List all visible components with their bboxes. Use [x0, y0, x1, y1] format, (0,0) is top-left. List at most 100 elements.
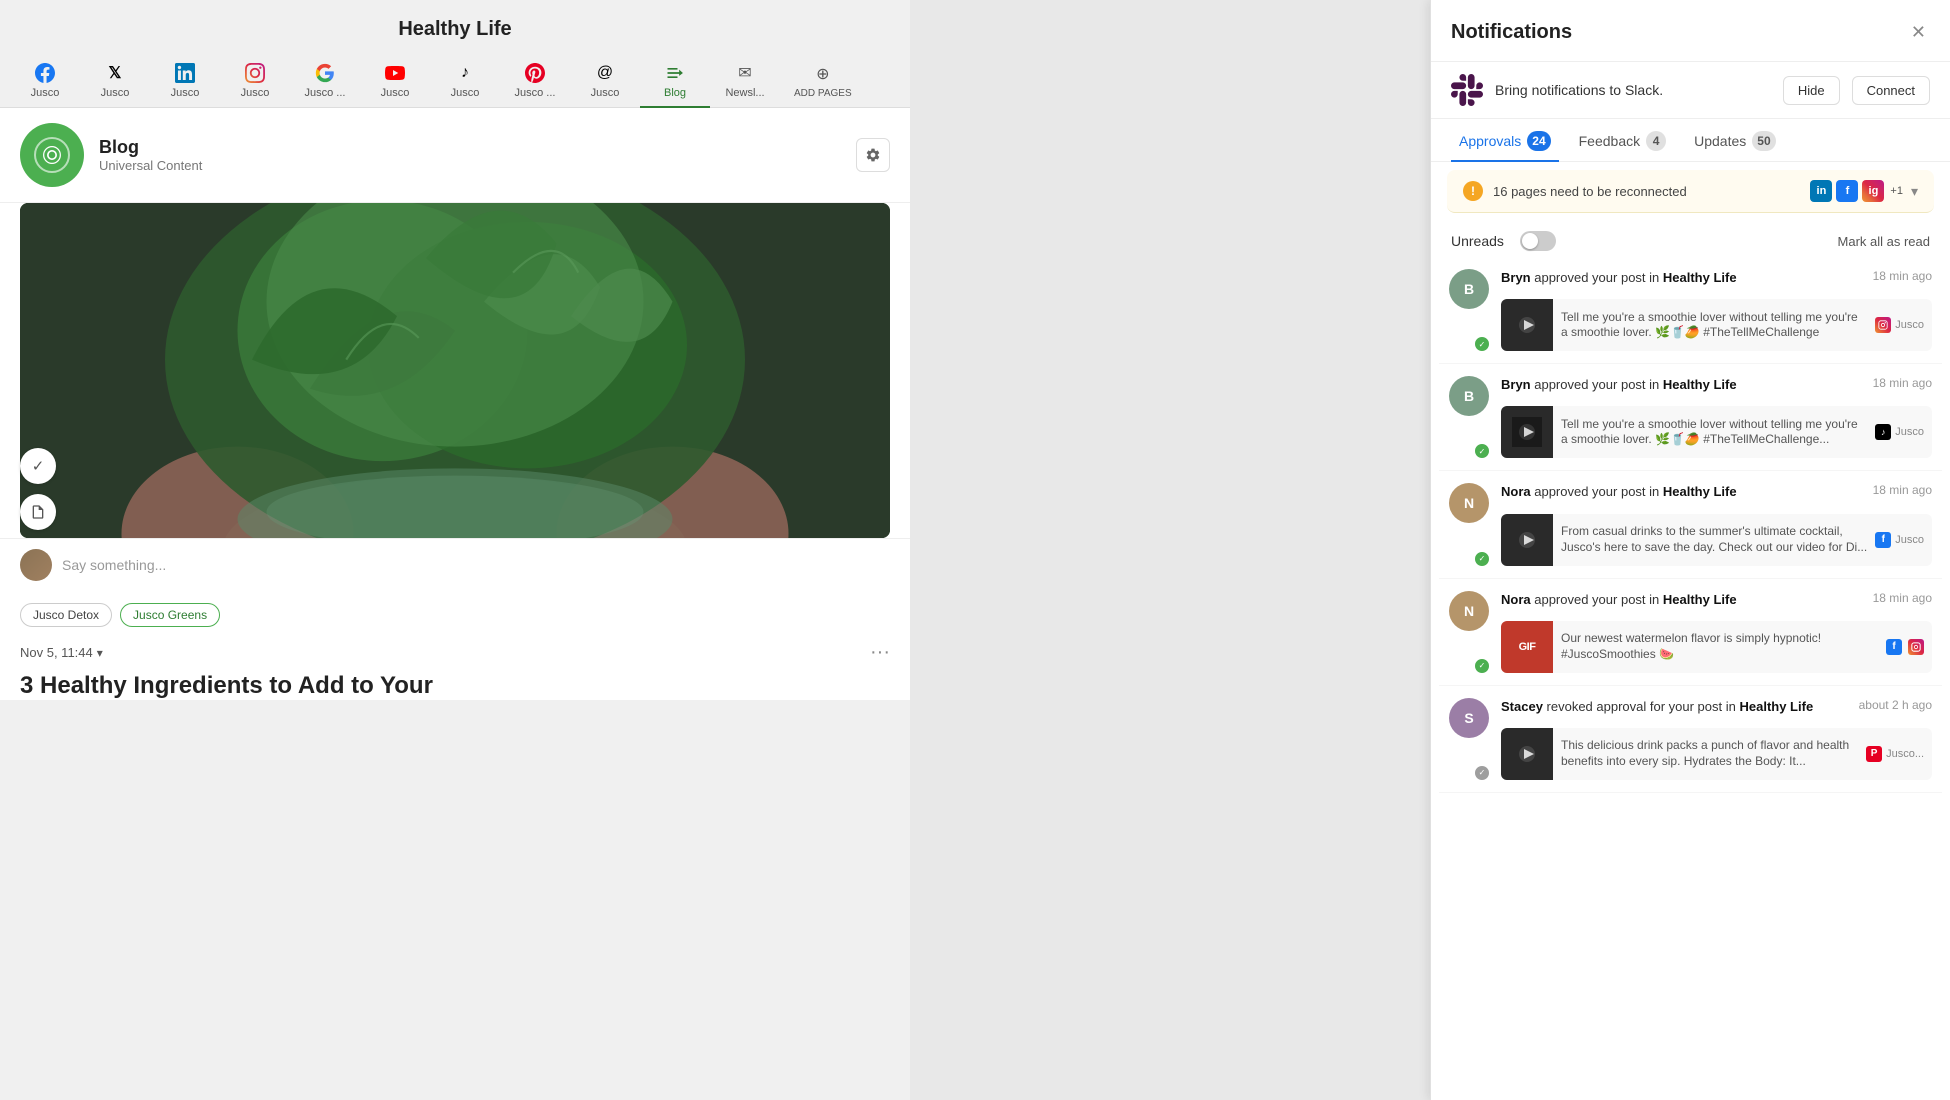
notification-item-4[interactable]: N ✓ Nora approved your post in Healthy L… — [1439, 579, 1942, 686]
preview-text-3: From casual drinks to the summer's ultim… — [1561, 520, 1867, 559]
tag-greens[interactable]: Jusco Greens — [120, 603, 220, 627]
tab-tiktok[interactable]: ♪ Jusco — [430, 51, 500, 107]
notifications-title: Notifications — [1451, 21, 1572, 44]
tab-add-pages-label: ADD PAGES — [794, 88, 852, 99]
approved-badge-3: ✓ — [1473, 550, 1491, 568]
notif-text-2: Bryn approved your post in Healthy Life — [1501, 376, 1737, 394]
facebook-badge: f — [1836, 180, 1858, 202]
notification-item-2[interactable]: B ✓ Bryn approved your post in Healthy L… — [1439, 364, 1942, 471]
close-notifications-button[interactable]: ✕ — [1907, 18, 1930, 47]
tab-feedback[interactable]: Feedback 4 — [1571, 119, 1674, 161]
tab-pinterest[interactable]: Jusco ... — [500, 51, 570, 107]
notif-text-4: Nora approved your post in Healthy Life — [1501, 591, 1737, 609]
notification-item-5[interactable]: S ✓ Stacey revoked approval for your pos… — [1439, 686, 1942, 793]
tab-newsletter[interactable]: ✉ Newsl... — [710, 51, 780, 107]
post-meta: Nov 5, 11:44 ▾ ··· — [0, 633, 910, 672]
preview-text-2: Tell me you're a smoothie lover without … — [1561, 413, 1867, 452]
nora-avatar-1: N — [1449, 483, 1489, 523]
notif-time-2: 18 min ago — [1873, 376, 1932, 390]
tab-facebook-label: Jusco — [31, 87, 60, 99]
tab-instagram-label: Jusco — [241, 87, 270, 99]
tab-twitter-label: Jusco — [101, 87, 130, 99]
source-icon-4b — [1908, 639, 1924, 655]
tab-facebook[interactable]: Jusco — [10, 51, 80, 107]
preview-thumb-2 — [1501, 406, 1553, 458]
blog-header: Blog Universal Content — [0, 108, 910, 203]
tab-pinterest-label: Jusco ... — [515, 87, 556, 99]
approvals-badge: 24 — [1527, 131, 1550, 151]
tab-blog-label: Blog — [664, 87, 686, 99]
approved-badge-1: ✓ — [1473, 335, 1491, 353]
reconnect-banner[interactable]: ! 16 pages need to be reconnected in f i… — [1447, 170, 1934, 213]
blog-logo-inner — [34, 137, 70, 173]
tab-approvals[interactable]: Approvals 24 — [1451, 119, 1559, 161]
notifications-list: B ✓ Bryn approved your post in Healthy L… — [1431, 257, 1950, 1100]
stacey-avatar: S — [1449, 698, 1489, 738]
blog-name: Blog — [99, 137, 856, 158]
notif-avatar-wrap-2: B ✓ — [1449, 376, 1489, 458]
tab-twitter[interactable]: 𝕏 Jusco — [80, 51, 150, 107]
post-image — [20, 203, 890, 538]
preview-text-5: This delicious drink packs a punch of fl… — [1561, 734, 1858, 773]
tab-updates[interactable]: Updates 50 — [1686, 119, 1784, 161]
reconnect-text: 16 pages need to be reconnected — [1493, 184, 1687, 199]
preview-source-5: P Jusco... — [1866, 746, 1932, 762]
mark-all-read-button[interactable]: Mark all as read — [1838, 234, 1930, 249]
source-text-2: Jusco — [1895, 426, 1924, 438]
tab-youtube[interactable]: Jusco — [360, 51, 430, 107]
document-icon[interactable] — [20, 494, 56, 530]
notif-time-3: 18 min ago — [1873, 483, 1932, 497]
twitter-icon: 𝕏 — [103, 61, 127, 85]
preview-source-2: ♪ Jusco — [1875, 424, 1932, 440]
tab-threads[interactable]: @ Jusco — [570, 51, 640, 107]
reconnect-left: ! 16 pages need to be reconnected — [1463, 181, 1687, 201]
user-avatar — [20, 549, 52, 581]
preview-thumb-3 — [1501, 514, 1553, 566]
main-content-area: Healthy Life Jusco 𝕏 Jusco Jusco Jusco — [0, 0, 910, 1100]
unreads-toggle[interactable] — [1520, 231, 1556, 251]
tab-google-label: Jusco ... — [305, 87, 346, 99]
notif-top-row-3: Nora approved your post in Healthy Life … — [1501, 483, 1932, 507]
feedback-badge: 4 — [1646, 131, 1666, 151]
source-icon-4a: f — [1886, 639, 1902, 655]
tab-google[interactable]: Jusco ... — [290, 51, 360, 107]
slack-text: Bring notifications to Slack. — [1495, 82, 1771, 98]
tag-detox[interactable]: Jusco Detox — [20, 603, 112, 627]
preview-source-4: f — [1886, 639, 1932, 655]
instagram-icon — [243, 61, 267, 85]
unreads-row: Unreads Mark all as read — [1431, 221, 1950, 257]
expand-button[interactable]: ▾ — [1911, 183, 1918, 200]
check-icon[interactable]: ✓ — [20, 448, 56, 484]
notif-top-row-1: Bryn approved your post in Healthy Life … — [1501, 269, 1932, 293]
tab-blog[interactable]: Blog — [640, 51, 710, 107]
date-chevron[interactable]: ▾ — [97, 646, 103, 660]
notification-item-1[interactable]: B ✓ Bryn approved your post in Healthy L… — [1439, 257, 1942, 364]
blog-icon — [663, 61, 687, 85]
post-preview-1: Tell me you're a smoothie lover without … — [1501, 299, 1932, 351]
tab-instagram[interactable]: Jusco — [220, 51, 290, 107]
blog-section: Blog Universal Content ✓ — [0, 108, 910, 700]
tab-add-pages[interactable]: ⊕ ADD PAGES — [780, 52, 866, 107]
slack-hide-button[interactable]: Hide — [1783, 76, 1840, 105]
tab-youtube-label: Jusco — [381, 87, 410, 99]
newsletter-icon: ✉ — [733, 61, 757, 85]
preview-thumb-1 — [1501, 299, 1553, 351]
slack-connect-button[interactable]: Connect — [1852, 76, 1930, 105]
notif-content-3: Nora approved your post in Healthy Life … — [1501, 483, 1932, 565]
notif-content-1: Bryn approved your post in Healthy Life … — [1501, 269, 1932, 351]
tab-linkedin[interactable]: Jusco — [150, 51, 220, 107]
notif-time-5: about 2 h ago — [1859, 698, 1932, 712]
instagram-badge: ig — [1862, 180, 1884, 202]
tab-newsletter-label: Newsl... — [725, 87, 764, 99]
source-icon-5: P — [1866, 746, 1882, 762]
nav-tabs: Jusco 𝕏 Jusco Jusco Jusco Jusco ... — [0, 51, 910, 108]
say-something-placeholder[interactable]: Say something... — [62, 557, 890, 573]
notif-top-row-4: Nora approved your post in Healthy Life … — [1501, 591, 1932, 615]
pinterest-icon — [523, 61, 547, 85]
settings-button[interactable] — [856, 138, 890, 172]
post-options-menu[interactable]: ··· — [870, 641, 890, 664]
notif-content-2: Bryn approved your post in Healthy Life … — [1501, 376, 1932, 458]
page-title-text: Healthy Life — [398, 18, 511, 40]
source-icon-1 — [1875, 317, 1891, 333]
notification-item-3[interactable]: N ✓ Nora approved your post in Healthy L… — [1439, 471, 1942, 578]
